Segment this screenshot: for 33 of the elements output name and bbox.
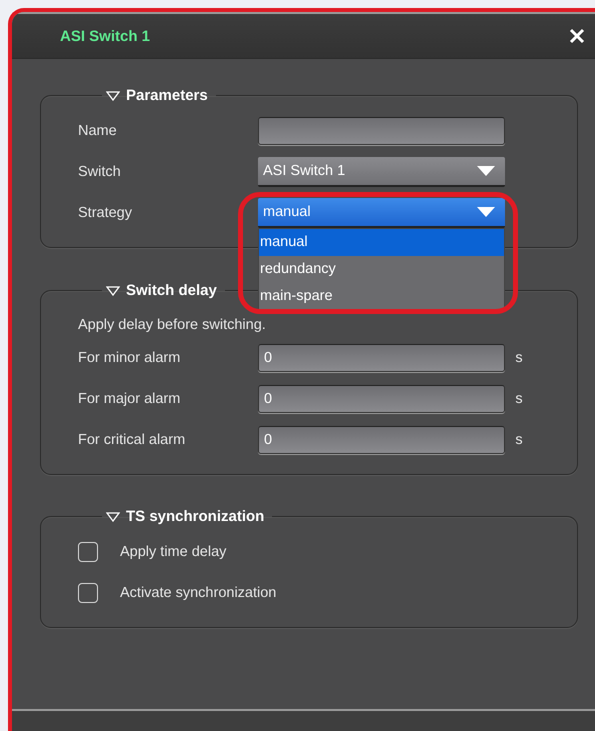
collapse-triangle-icon[interactable] [106,286,120,296]
checkbox[interactable] [78,542,98,562]
unit-label: s [515,432,523,448]
field-label: Name [78,122,117,138]
field-label: For major alarm [78,390,180,406]
field-label: For critical alarm [78,432,186,448]
dropdown[interactable]: ASI Switch 1 [258,156,505,186]
input-field[interactable]: 0 [258,426,505,454]
checkbox-label: Activate synchronization [120,584,276,600]
caret-icon [477,166,495,176]
field-label: Strategy [78,204,132,220]
caret-icon [477,206,495,216]
input-field[interactable]: 0 [258,344,505,372]
window-title: ASI Switch 1 [60,28,150,44]
close-icon[interactable] [569,28,585,44]
unit-label: s [515,390,523,406]
dropdown[interactable]: manual [258,198,505,228]
collapse-triangle-icon[interactable] [106,512,120,522]
section-title: Parameters [126,87,208,104]
unit-label: s [515,350,523,366]
checkbox[interactable] [78,582,98,602]
section-title: Switch delay [126,282,217,299]
collapse-triangle-icon[interactable] [106,90,120,100]
checkbox-label: Apply time delay [120,544,226,560]
input-field[interactable] [258,116,505,144]
section-note: Apply delay before switching. [78,317,267,333]
dropdown-option[interactable]: redundancy [259,256,504,282]
dropdown-option[interactable]: manual [259,228,504,256]
field-label: For minor alarm [78,350,180,366]
field-label: Switch [78,164,121,180]
dropdown-option[interactable]: main-spare [259,282,504,310]
section-title: TS synchronization [126,508,264,525]
input-field[interactable]: 0 [258,384,505,412]
